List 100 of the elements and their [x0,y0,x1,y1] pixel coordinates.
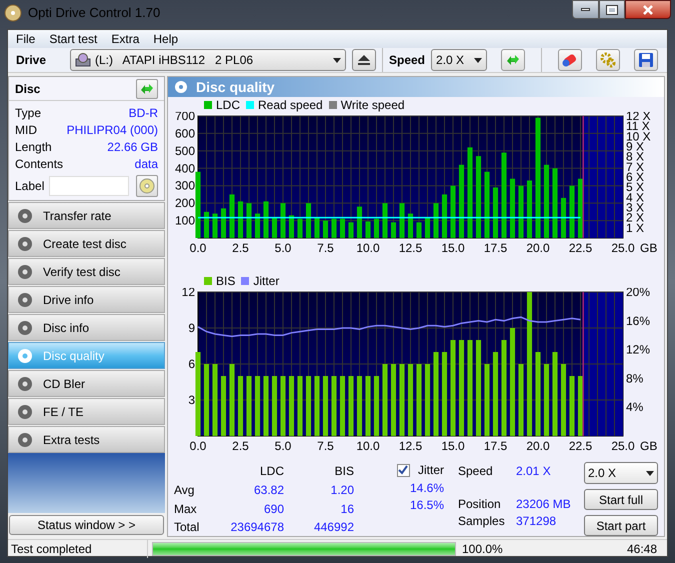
data-bar [408,364,414,436]
data-bar [433,203,439,238]
nav-item[interactable]: Disc info [8,314,165,341]
legend-label: BIS [216,273,236,290]
data-bar [288,215,294,238]
drive-icon [75,53,91,67]
disc-logo-icon [4,4,22,22]
data-bar [280,376,286,436]
data-bar [390,364,396,436]
table-cell-text: 63.82 [252,482,284,497]
speed-select[interactable]: 2.0 X [584,462,658,484]
axis-tick-label: 200 [174,196,195,210]
data-bar [510,178,516,238]
speed-dropdown[interactable]: 2.0 X [431,49,488,71]
data-bar [263,376,269,436]
refresh-button[interactable] [501,49,526,71]
data-bar [331,376,337,436]
data-bar [526,180,532,238]
column-header: LDC [258,463,284,478]
axis-tick-label: 12.5 [398,439,422,453]
eraser-button[interactable] [558,49,582,71]
status-message: Test completed [8,540,148,558]
axis-tick-label: 10.0 [356,439,380,453]
data-bar [484,172,490,238]
gear-icon [600,52,616,68]
axis-tick-label: 22.5 [568,439,592,453]
info-label: Speed [458,463,494,478]
data-bar [382,203,388,238]
nav-item[interactable]: Extra tests [8,426,165,453]
nav-item[interactable]: Drive info [8,286,165,313]
label-field[interactable] [49,176,129,196]
status-window-button[interactable]: Status window > > [9,515,164,535]
nav-item[interactable]: Create test disc [8,230,165,257]
disc-button[interactable] [136,175,158,197]
data-bar [238,201,244,238]
eject-button[interactable] [352,49,376,71]
legend-swatch [241,277,250,285]
data-bar [518,186,524,238]
axis-tick-label: 20.0 [526,241,550,255]
menu-item[interactable]: Extra [105,30,146,48]
row-label: Total [174,519,200,534]
nav-item[interactable]: FE / TE [8,398,165,425]
data-bar [254,214,260,238]
info-label: Type [15,105,42,122]
axis-tick-label: 7.5 [317,439,334,453]
info-label: Position [458,496,502,511]
data-bar [424,217,430,238]
info-value: 22.66 GB [107,139,158,156]
row-label: Avg [174,482,196,497]
start-button[interactable]: Start part [584,515,658,536]
disc-heading: Disc [15,80,40,98]
settings-button[interactable] [596,49,620,71]
data-bar [348,222,354,238]
maximize-button[interactable] [599,0,625,19]
jitter-checkbox[interactable] [396,464,410,476]
data-bar [382,364,388,436]
drive-dropdown[interactable]: (L:) ATAPI iHBS112 2 PL06 [70,49,346,71]
data-bar [212,364,218,436]
menu-item[interactable]: Start test [43,30,104,48]
table-cell-text: 690 [262,500,284,516]
nav-item[interactable]: Verify test disc [8,258,165,285]
close-button[interactable] [625,0,671,19]
axis-tick-label: 300 [174,178,195,193]
menu-item[interactable]: File [10,30,42,48]
data-bar [450,186,456,238]
data-bar [424,364,430,436]
data-bar [356,376,362,436]
axis-tick-label: 400 [174,161,195,176]
legend-swatch [204,101,212,109]
data-bar [374,376,380,436]
info-label: Contents [15,156,64,173]
axis-unit-label: GB [640,241,658,255]
disc-icon [17,348,33,364]
axis-tick-label: 6 [188,357,195,371]
speed-label: Speed [389,52,426,69]
nav-item[interactable]: Transfer rate [8,202,165,229]
data-bar [272,217,278,238]
start-button[interactable]: Start full [584,489,658,510]
legend-label: Jitter [253,273,280,290]
menu-item[interactable]: Help [147,30,184,48]
data-bar [560,364,566,436]
axis-tick-label: 8% [626,371,644,386]
axis-tick-label: 7.5 [317,241,334,255]
data-bar [212,214,218,238]
disc-icon [17,404,33,420]
disc-icon [17,236,33,252]
minimize-button[interactable] [572,0,599,19]
disc-icon [174,80,188,94]
save-button[interactable] [634,49,658,71]
caret-icon [333,58,341,62]
disc-icon [17,208,33,224]
table-cell-text: 446992 [312,519,354,534]
data-bar [306,376,312,436]
nav-item[interactable]: CD Bler [8,370,165,397]
data-bar [578,178,584,238]
legend-swatch [204,277,212,285]
refresh-button[interactable] [136,78,158,98]
elapsed-time: 46:48 [626,541,657,558]
data-bar [408,214,414,238]
data-bar [560,198,566,238]
